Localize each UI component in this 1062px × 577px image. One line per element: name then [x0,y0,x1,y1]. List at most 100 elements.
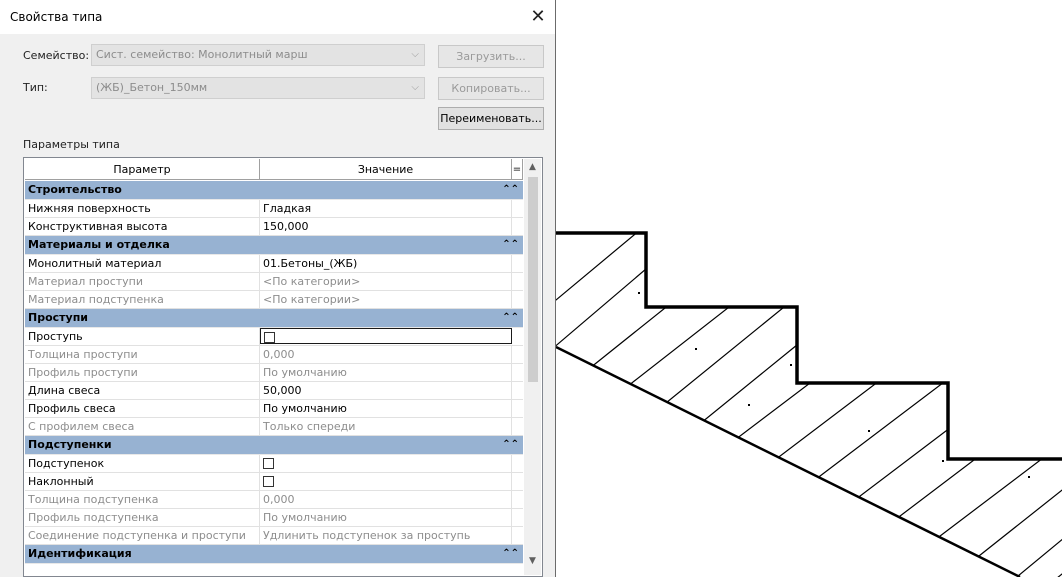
hatch-dot [748,404,750,406]
group-header-materials[interactable]: Материалы и отделка ⌃⌃ [25,236,523,255]
table-row[interactable]: Профиль свеса По умолчанию [25,400,523,418]
parameter-value-checkbox-cell[interactable] [260,328,512,344]
parameter-value: <По категории> [260,273,512,290]
load-button[interactable]: Загрузить... [438,45,544,68]
table-row[interactable]: Наклонный [25,473,523,491]
parameter-value: 0,000 [260,491,512,508]
parameter-value[interactable]: 150,000 [260,218,512,235]
collapse-double-chevron-icon[interactable]: ⌃⌃ [502,436,519,454]
type-label: Тип: [23,81,48,94]
table-row: С профилем свеса Только спереди [25,418,523,436]
parameter-value-checkbox-cell[interactable] [260,473,512,490]
type-select[interactable]: (ЖБ)_Бетон_150мм ⌵ [91,77,425,99]
collapse-double-chevron-icon[interactable]: ⌃⌃ [502,236,519,254]
table-row: Материал подступенка <По категории> [25,291,523,309]
dialog-titlebar: Свойства типа ✕ [0,0,555,34]
grid-rows: Строительство ⌃⌃ Нижняя поверхность Глад… [25,181,523,564]
hatch-dot [942,460,944,462]
hatch-line [994,499,1062,577]
parameter-value[interactable]: 50,000 [260,382,512,399]
hatch-dot [868,430,870,432]
parameter-name: Соединение подступенка и проступи [25,527,260,544]
tread-checkbox[interactable] [264,331,275,343]
column-header-value[interactable]: Значение [260,159,512,180]
hatch-line [954,459,1062,576]
collapse-double-chevron-icon[interactable]: ⌃⌃ [502,309,519,327]
collapse-double-chevron-icon[interactable]: ⌃⌃ [502,545,519,563]
table-row[interactable]: Конструктивная высота 150,000 [25,218,523,236]
family-label: Семейство: [23,49,90,62]
scroll-down-arrow-icon[interactable]: ▼ [524,553,541,570]
parameter-name: Толщина проступи [25,346,260,363]
parameter-value: <По категории> [260,291,512,308]
copy-button[interactable]: Копировать... [438,77,544,100]
dialog-title: Свойства типа [10,10,103,24]
hatch-line [794,369,961,496]
type-parameters-grid: Параметр Значение = Строительство ⌃⌃ Ниж… [23,157,543,577]
parameter-name: Конструктивная высота [25,218,260,235]
column-header-parameter[interactable]: Параметр [25,159,260,180]
rename-button[interactable]: Переименовать... [438,107,544,130]
hatch-line [556,239,681,356]
parameter-name: С профилем свеса [25,418,260,435]
family-select[interactable]: Сист. семейство: Монолитный марш ⌵ [91,44,425,66]
close-icon[interactable]: ✕ [521,0,555,34]
slanted-checkbox[interactable] [263,475,274,487]
scroll-up-arrow-icon[interactable]: ▲ [524,159,541,176]
parameter-value: 0,000 [260,346,512,363]
parameter-value[interactable]: По умолчанию [260,400,512,417]
table-row[interactable]: Монолитный материал 01.Бетоны_(ЖБ) [25,255,523,273]
grid-header: Параметр Значение = [25,159,523,180]
parameter-value[interactable]: 01.Бетоны_(ЖБ) [260,255,512,272]
parameter-value: Удлинить подступенок за проступь [260,527,512,544]
parameter-name: Монолитный материал [25,255,260,272]
parameter-value: По умолчанию [260,364,512,381]
group-header-risers[interactable]: Подступенки ⌃⌃ [25,436,523,455]
parameter-value-checkbox-cell[interactable] [260,455,512,472]
parameter-name: Длина свеса [25,382,260,399]
group-header-label: Подступенки [28,438,112,451]
group-header-construction[interactable]: Строительство ⌃⌃ [25,181,523,200]
group-header-treads[interactable]: Проступи ⌃⌃ [25,309,523,328]
scrollbar-thumb[interactable] [528,177,538,382]
hatch-line [574,259,726,381]
type-parameters-label: Параметры типа [23,138,120,151]
chevron-down-icon: ⌵ [411,49,419,60]
group-header-identification[interactable]: Идентификация ⌃⌃ [25,545,523,564]
stair-profile-outline [556,231,1062,461]
chevron-down-icon: ⌵ [411,82,419,93]
type-properties-dialog: Свойства типа ✕ Семейство: Сист. семейст… [0,0,556,577]
group-header-label: Проступи [28,311,89,324]
group-header-label: Идентификация [28,547,132,560]
family-select-value: Сист. семейство: Монолитный марш [96,48,308,61]
parameter-name: Толщина подступенка [25,491,260,508]
table-row[interactable]: Нижняя поверхность Гладкая [25,200,523,218]
hatch-dot [1028,476,1030,478]
table-row: Соединение подступенка и проступи Удлини… [25,527,523,545]
table-row: Профиль проступи По умолчанию [25,364,523,382]
hatch-line [1029,534,1062,577]
hatch-dot [638,292,640,294]
parameter-name: Материал подступенка [25,291,260,308]
stair-underside-line [555,345,1021,577]
table-row[interactable]: Подступенок [25,455,523,473]
table-row: Толщина проступи 0,000 [25,346,523,364]
table-row: Толщина подступенка 0,000 [25,491,523,509]
parameter-value[interactable]: Гладкая [260,200,512,217]
parameter-name: Материал проступи [25,273,260,290]
parameter-name: Профиль проступи [25,364,260,381]
table-row[interactable]: Длина свеса 50,000 [25,382,523,400]
group-header-label: Материалы и отделка [28,238,170,251]
parameter-name: Подступенок [25,455,260,472]
collapse-double-chevron-icon[interactable]: ⌃⌃ [502,181,519,199]
parameter-name: Профиль подступенка [25,509,260,526]
riser-checkbox[interactable] [263,457,274,469]
parameter-value: По умолчанию [260,509,512,526]
type-select-value: (ЖБ)_Бетон_150мм [96,81,208,94]
hatch-line [754,349,921,476]
column-sort-toggle[interactable]: = [512,159,523,180]
grid-vertical-scrollbar[interactable]: ▲ ▼ [524,159,541,575]
parameter-name: Нижняя поверхность [25,200,260,217]
table-row[interactable]: Проступь [25,328,523,346]
table-row: Материал проступи <По категории> [25,273,523,291]
